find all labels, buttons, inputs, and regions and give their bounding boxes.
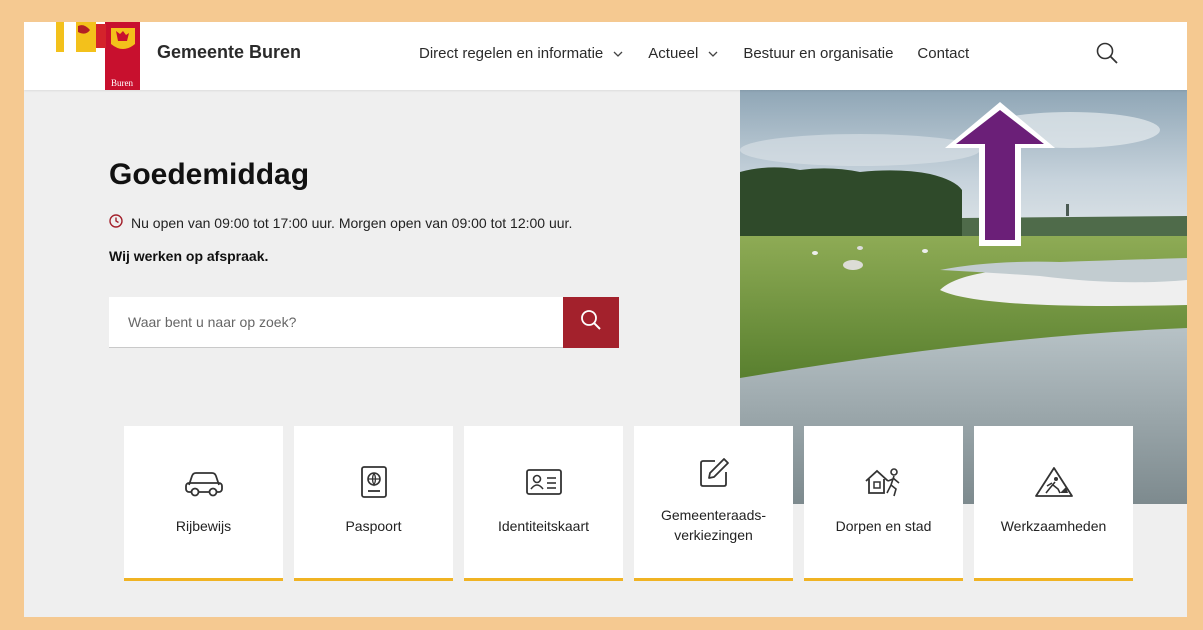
tile-label-line: Gemeenteraads- xyxy=(660,507,767,523)
tile-label: Identiteitskaart xyxy=(497,518,590,534)
tile-identiteitskaart[interactable]: Identiteitskaart xyxy=(464,426,623,581)
main-nav: Direct regelen en informatie Actueel Bes… xyxy=(419,22,969,84)
municipality-logo[interactable]: Buren xyxy=(56,22,140,90)
logo-text: Buren xyxy=(111,78,133,88)
appointment-notice: Wij werken op afspraak. xyxy=(109,248,269,264)
site-name[interactable]: Gemeente Buren xyxy=(157,42,301,63)
passport-icon xyxy=(359,463,389,501)
tile-label: Rijbewijs xyxy=(175,518,232,534)
clock-icon xyxy=(109,214,131,231)
greeting-heading: Goedemiddag xyxy=(109,158,310,191)
nav-label: Direct regelen en informatie xyxy=(419,44,604,62)
tile-dorpen-en-stad[interactable]: Dorpen en stad xyxy=(804,426,963,581)
chevron-down-icon xyxy=(707,47,719,59)
car-icon xyxy=(183,463,225,501)
up-arrow-icon xyxy=(945,102,1055,246)
search-icon xyxy=(579,308,603,337)
id-card-icon xyxy=(525,463,563,501)
edit-icon xyxy=(697,454,731,492)
tile-label: Werkzaamheden xyxy=(1000,518,1107,534)
nav-label: Contact xyxy=(917,44,970,62)
chevron-down-icon xyxy=(612,47,624,59)
nav-direct-regelen[interactable]: Direct regelen en informatie xyxy=(419,45,624,62)
nav-label: Actueel xyxy=(648,44,699,62)
hero-search xyxy=(109,297,619,348)
tile-label: Paspoort xyxy=(345,518,402,534)
opening-hours-text: Nu open van 09:00 tot 17:00 uur. Morgen … xyxy=(131,214,573,231)
tile-paspoort[interactable]: Paspoort xyxy=(294,426,453,581)
tile-gemeenteraadsverkiezingen[interactable]: Gemeenteraads- verkiezingen xyxy=(634,426,793,581)
tile-label: Dorpen en stad xyxy=(835,518,932,534)
search-icon[interactable] xyxy=(1094,40,1120,66)
nav-label: Bestuur en organisatie xyxy=(743,44,894,62)
tile-rijbewijs[interactable]: Rijbewijs xyxy=(124,426,283,581)
tile-werkzaamheden[interactable]: Werkzaamheden xyxy=(974,426,1133,581)
village-icon xyxy=(863,463,905,501)
search-input[interactable] xyxy=(109,297,563,347)
page-frame: Buren Gemeente Buren Direct regelen en i… xyxy=(24,22,1187,617)
site-header: Buren Gemeente Buren Direct regelen en i… xyxy=(24,22,1187,90)
nav-bestuur-en-organisatie[interactable]: Bestuur en organisatie xyxy=(743,45,893,62)
nav-actueel[interactable]: Actueel xyxy=(648,45,719,62)
search-button[interactable] xyxy=(563,297,619,348)
tile-label: Gemeenteraads- verkiezingen xyxy=(661,505,766,545)
nav-contact[interactable]: Contact xyxy=(917,45,969,62)
tile-label-line: verkiezingen xyxy=(674,527,753,543)
roadwork-icon xyxy=(1034,463,1074,501)
quick-links: Rijbewijs Paspoort Identiteitskaart Geme… xyxy=(124,426,1133,581)
opening-hours: Nu open van 09:00 tot 17:00 uur. Morgen … xyxy=(109,214,572,231)
